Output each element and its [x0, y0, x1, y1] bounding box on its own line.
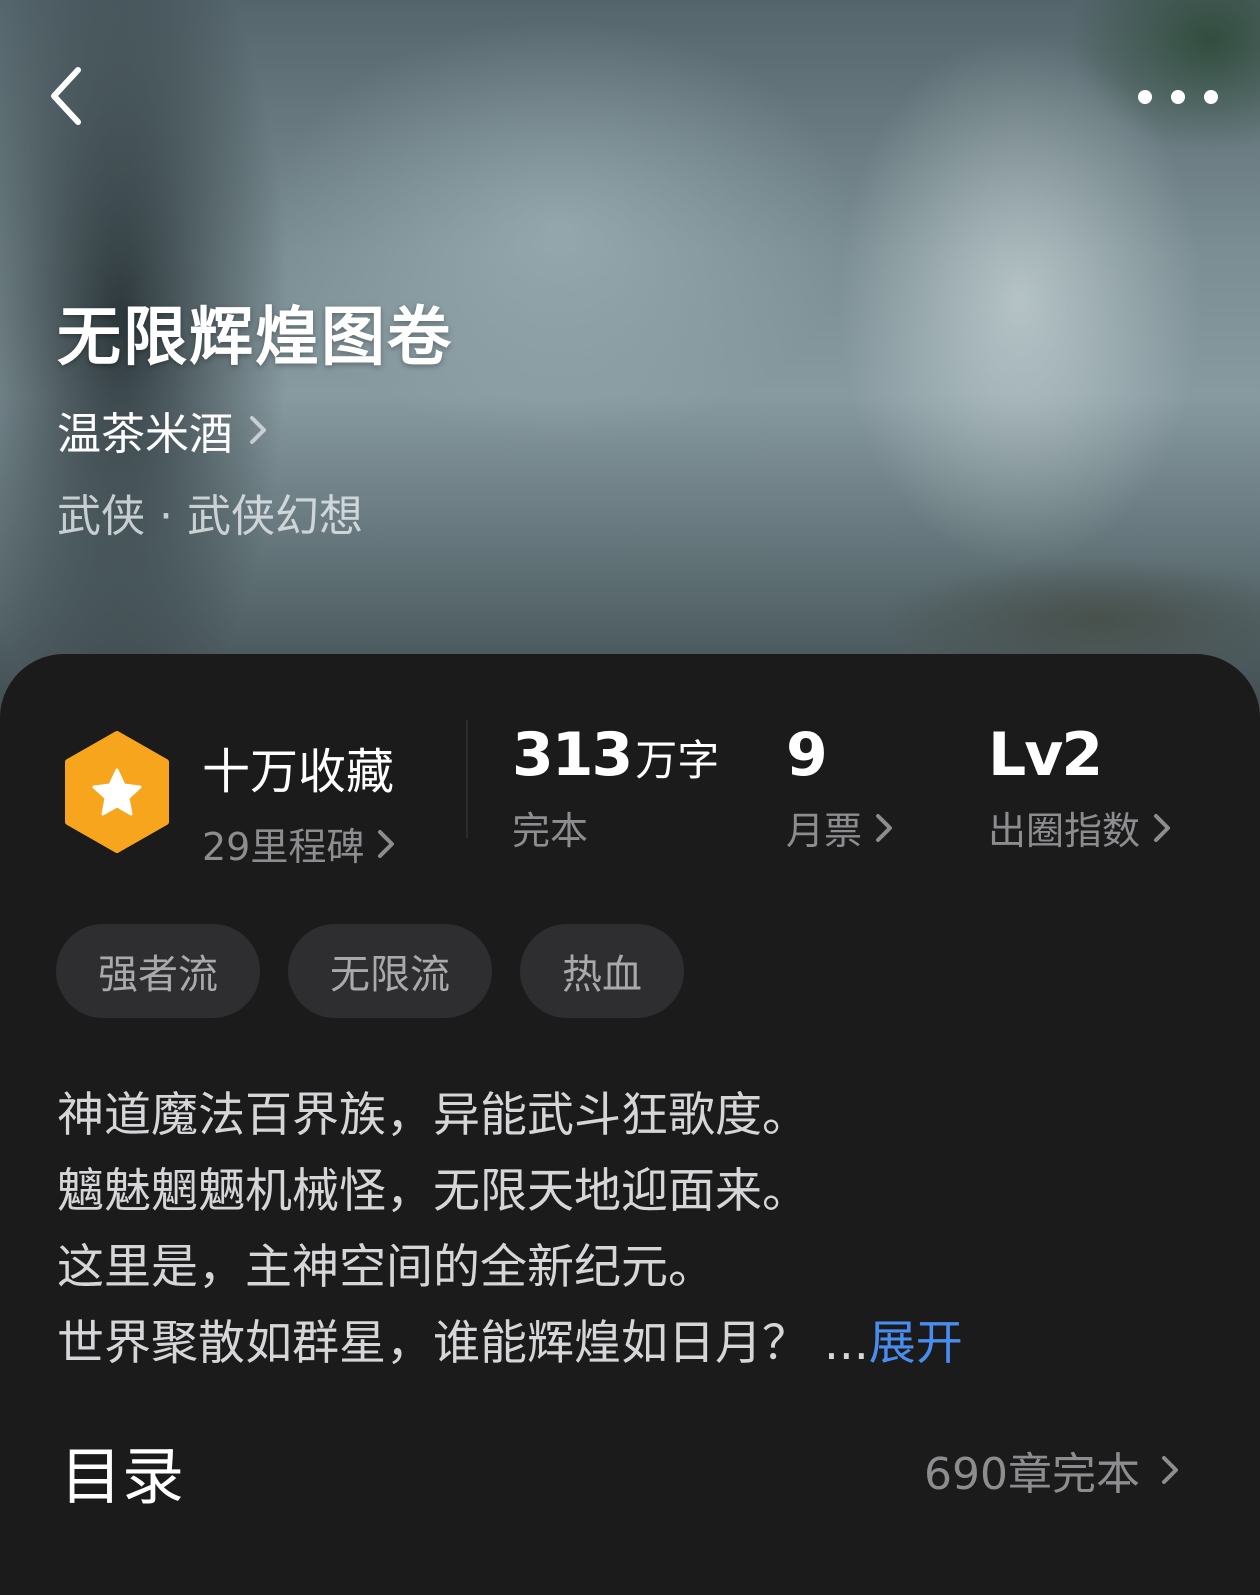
word-count-stat: 313万字 完本 [512, 720, 719, 855]
book-description: 神道魔法百界族，异能武斗狂歌度。 魑魅魍魉机械怪，无限天地迎面来。 这里是，主神… [57, 1078, 963, 1382]
status-label: 完本 [512, 809, 589, 853]
chevron-right-icon [1154, 813, 1171, 842]
word-count-unit: 万字 [635, 736, 720, 785]
author-link[interactable]: 温茶米酒 [57, 398, 269, 462]
more-dots-icon [1138, 90, 1152, 104]
tag-chip[interactable]: 强者流 [56, 924, 260, 1018]
stat-divider [466, 720, 468, 838]
description-line: 魑魅魍魉机械怪，无限天地迎面来。 [57, 1164, 809, 1219]
word-count-value: 313 [512, 720, 633, 790]
description-line: 神道魔法百界族，异能武斗狂歌度。 [57, 1088, 809, 1143]
chevron-right-icon [250, 416, 266, 444]
chapter-count: 690章完本 [924, 1449, 1140, 1500]
milestone-label: 29里程碑 [202, 825, 365, 869]
description-ellipsis: ... [823, 1316, 869, 1371]
description-line: 世界聚散如群星，谁能辉煌如日月？ [57, 1316, 809, 1371]
toc-title: 目录 [60, 1440, 185, 1513]
more-options-button[interactable] [1138, 80, 1218, 114]
genre-label: 武侠 · 武侠幻想 [57, 491, 363, 542]
description-line-last: 世界聚散如群星，谁能辉煌如日月？ ...展开 [57, 1306, 963, 1382]
monthly-votes-value: 9 [786, 720, 828, 790]
author-name: 温茶米酒 [57, 409, 233, 460]
circle-index-value: Lv2 [988, 720, 1103, 790]
toc-link[interactable]: 690章完本 [924, 1438, 1180, 1502]
chevron-right-icon [876, 813, 893, 842]
tag-chip[interactable]: 热血 [520, 924, 684, 1018]
chevron-right-icon [378, 829, 395, 858]
book-title: 无限辉煌图卷 [57, 300, 453, 375]
description-line: 这里是，主神空间的全新纪元。 [57, 1240, 715, 1295]
star-badge-icon[interactable] [62, 730, 172, 854]
chevron-right-icon [1162, 1456, 1178, 1484]
tag-list: 强者流 无限流 热血 [56, 924, 684, 1018]
monthly-votes-label: 月票 [786, 809, 863, 853]
monthly-votes-stat[interactable]: 9 月票 [786, 720, 894, 855]
back-arrow-icon [51, 67, 81, 125]
circle-index-stat[interactable]: Lv2 出圈指数 [988, 720, 1172, 855]
back-button[interactable] [36, 64, 96, 128]
collection-title: 十万收藏 [202, 744, 395, 800]
circle-index-label: 出圈指数 [988, 809, 1141, 853]
tag-chip[interactable]: 无限流 [288, 924, 492, 1018]
expand-button[interactable]: 展开 [869, 1316, 963, 1371]
collection-stat[interactable]: 十万收藏 29里程碑 [202, 732, 396, 871]
